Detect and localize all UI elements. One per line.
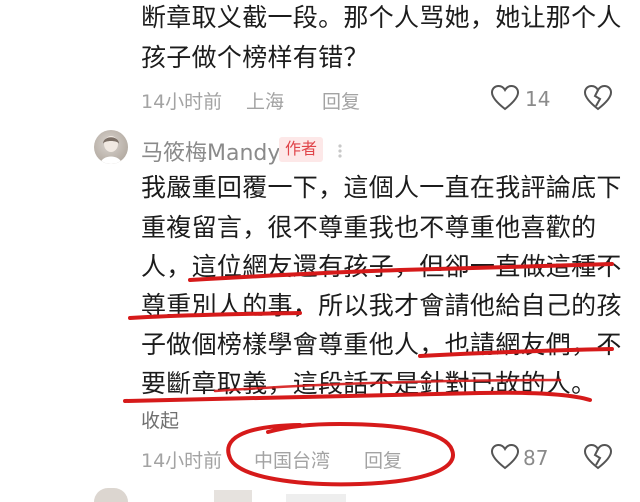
reply-button[interactable]: 回复 [322, 87, 360, 114]
dislike-broken-heart-icon[interactable] [583, 84, 613, 112]
avatar-portrait-icon [100, 136, 122, 164]
avatar[interactable] [94, 130, 128, 164]
comment-text-line: 孩子做个榜样有错？ [141, 43, 369, 72]
more-dots-icon[interactable] [333, 144, 347, 158]
comment-text-line: 子做個榜樣學會尊重他人，也請網友們，不 [141, 330, 622, 359]
comment-time: 14小时前 [141, 91, 223, 113]
like-count: 14 [525, 87, 551, 111]
comment-text-line: 断章取义截一段。那个人骂她，她让那个人 [141, 3, 622, 32]
comment-text-line: 重複留言，很不尊重我也不尊重他喜歡的 [141, 213, 597, 242]
author-name[interactable]: 马筱梅Mandy [141, 135, 280, 167]
collapse-button[interactable]: 收起 [141, 406, 179, 433]
like-heart-icon[interactable] [490, 443, 520, 471]
author-name [286, 494, 346, 502]
like-count: 87 [523, 446, 549, 470]
reply-button[interactable]: 回复 [364, 446, 402, 473]
comment-location: 中国台湾 [254, 450, 331, 472]
comment-time: 14小时前 [141, 450, 223, 472]
author-badge: 作者 [279, 137, 324, 162]
comment-text-line: 要斷章取義，這段話不是針對已故的人。 [141, 369, 597, 398]
comment-text-line: 尊重別人的事，所以我才會請他給自己的孩 [141, 291, 622, 320]
like-heart-icon[interactable] [490, 84, 520, 112]
image-thumbnail [214, 490, 252, 502]
comment-text-line: 我嚴重回覆一下，這個人一直在我評論底下 [141, 173, 622, 202]
dislike-broken-heart-icon[interactable] [583, 443, 613, 471]
avatar[interactable] [94, 488, 128, 502]
comment-text-line: 人，這位網友還有孩子，但卻一直做這種不 [141, 252, 622, 281]
comment-location: 上海 [246, 91, 285, 113]
